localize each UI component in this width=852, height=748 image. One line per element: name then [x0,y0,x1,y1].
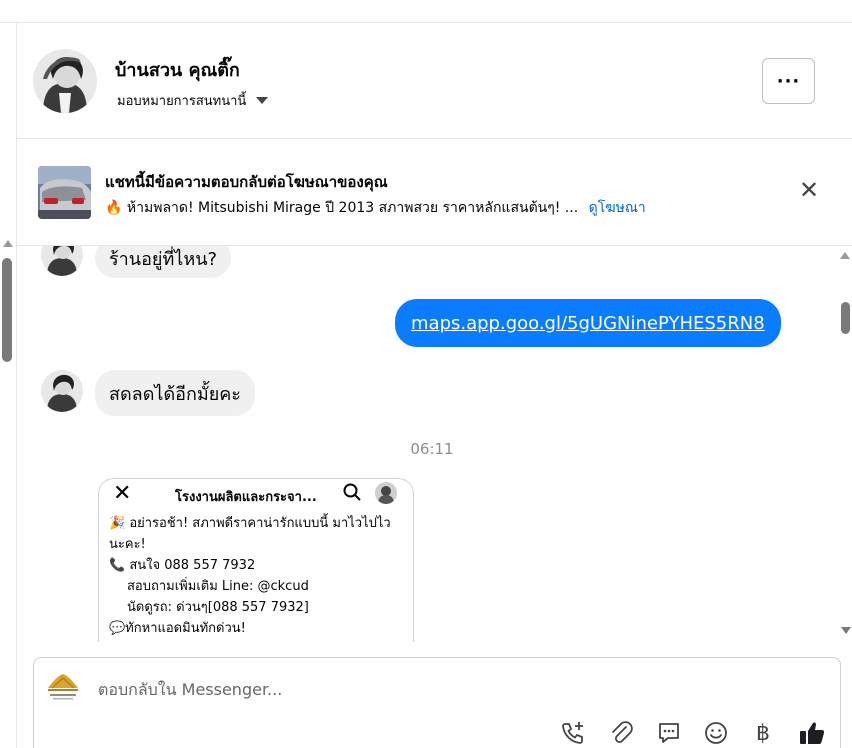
ad-reply-notice: แชทนี้มีข้อความตอบกลับต่อโฆษณาของคุณ 🔥 ห… [17,140,852,246]
contact-avatar-small[interactable] [41,370,83,412]
message-text: ร้านอยู่ที่ไหน? [109,248,218,270]
caret-down-icon [256,97,269,104]
scroll-up-icon[interactable] [840,252,850,259]
right-scrollbar[interactable] [837,246,852,640]
card-page-title: โรงงานผลิตและกระจา... [175,490,317,505]
composer-toolbar: ฿ [554,716,834,748]
call-add-icon[interactable] [558,718,588,748]
message-list: ร้านอยู่ที่ไหน? maps.app.goo.gl/5gUGNine… [17,246,837,642]
card-line: 📞 สนใจ 088 557 7932 [109,558,256,573]
page-logo [44,670,82,702]
shared-screenshot-card[interactable]: ✕ โรงงานผลิตและกระจา... 🎉 อย่ารอช้า! สภา… [98,478,414,642]
scrollbar-thumb[interactable] [841,302,850,334]
message-timestamp: 06:11 [410,440,454,458]
card-header: ✕ โรงงานผลิตและกระจา... [99,479,413,509]
message-link-text[interactable]: maps.app.goo.gl/5gUGNinePYHES5RN8 [411,313,765,334]
emoji-icon[interactable] [701,718,731,748]
incoming-message[interactable]: สดลดได้อีกมั้ยคะ [95,370,255,416]
reply-composer: ตอบกลับใน Messenger... ฿ [33,657,841,748]
fire-icon: 🔥 [105,200,123,216]
view-ad-link[interactable]: ดูโฆษณา [589,200,646,216]
ad-thumbnail[interactable] [38,166,91,219]
ad-notice-description: 🔥 ห้ามพลาด! Mitsubishi Mirage ปี 2013 สภ… [105,197,646,219]
baht-icon[interactable]: ฿ [748,718,778,748]
incoming-message[interactable]: ร้านอยู่ที่ไหน? [95,246,232,278]
card-line: สอบถามเพิ่มเติม Line: @ckcud [127,579,309,594]
message-text: สดลดได้อีกมั้ยคะ [109,383,241,405]
reply-input[interactable]: ตอบกลับใน Messenger... [98,678,282,703]
conversation-header: บ้านสวน คุณติ๊ก มอบหมายการสนทนานี้ ··· [17,23,852,139]
ad-notice-title: แชทนี้มีข้อความตอบกลับต่อโฆษณาของคุณ [105,173,388,191]
ad-notice-text: ห้ามพลาด! Mitsubishi Mirage ปี 2013 สภาพ… [126,200,579,216]
outgoing-message-link[interactable]: maps.app.goo.gl/5gUGNinePYHES5RN8 [395,299,781,347]
scrollbar-thumb[interactable] [2,258,12,362]
search-icon [343,483,361,501]
card-line: 🎉 อย่ารอช้า! สภาพดีราคาน่ารักแบบนี้ มาไว… [109,516,391,531]
contact-avatar[interactable] [33,49,97,113]
like-icon[interactable] [797,718,827,748]
scroll-down-icon[interactable] [841,627,851,634]
attachment-icon[interactable] [606,718,636,748]
more-options-button[interactable]: ··· [762,58,815,104]
avatar [375,482,397,504]
close-icon[interactable]: ✕ [797,178,821,202]
close-icon: ✕ [113,481,132,506]
scroll-up-icon[interactable] [3,240,13,247]
left-scrollbar[interactable] [0,240,16,640]
assign-label: มอบหมายการสนทนานี้ [117,94,247,109]
card-line: นัดดูรถ: ด่วนๆ[088 557 7932] [127,600,309,615]
comment-icon[interactable] [654,718,684,748]
assign-conversation-dropdown[interactable]: มอบหมายการสนทนานี้ [117,90,269,111]
messenger-thread: บ้านสวน คุณติ๊ก มอบหมายการสนทนานี้ ··· แ… [0,0,852,748]
contact-name[interactable]: บ้านสวน คุณติ๊ก [115,55,240,84]
card-line: 💬ทักหาแอดมินทักด่วน! [109,621,246,636]
card-line: นะคะ! [109,537,146,552]
card-post-text: 🎉 อย่ารอช้า! สภาพดีราคาน่ารักแบบนี้ มาไว… [109,513,409,639]
contact-avatar-small[interactable] [41,246,83,276]
